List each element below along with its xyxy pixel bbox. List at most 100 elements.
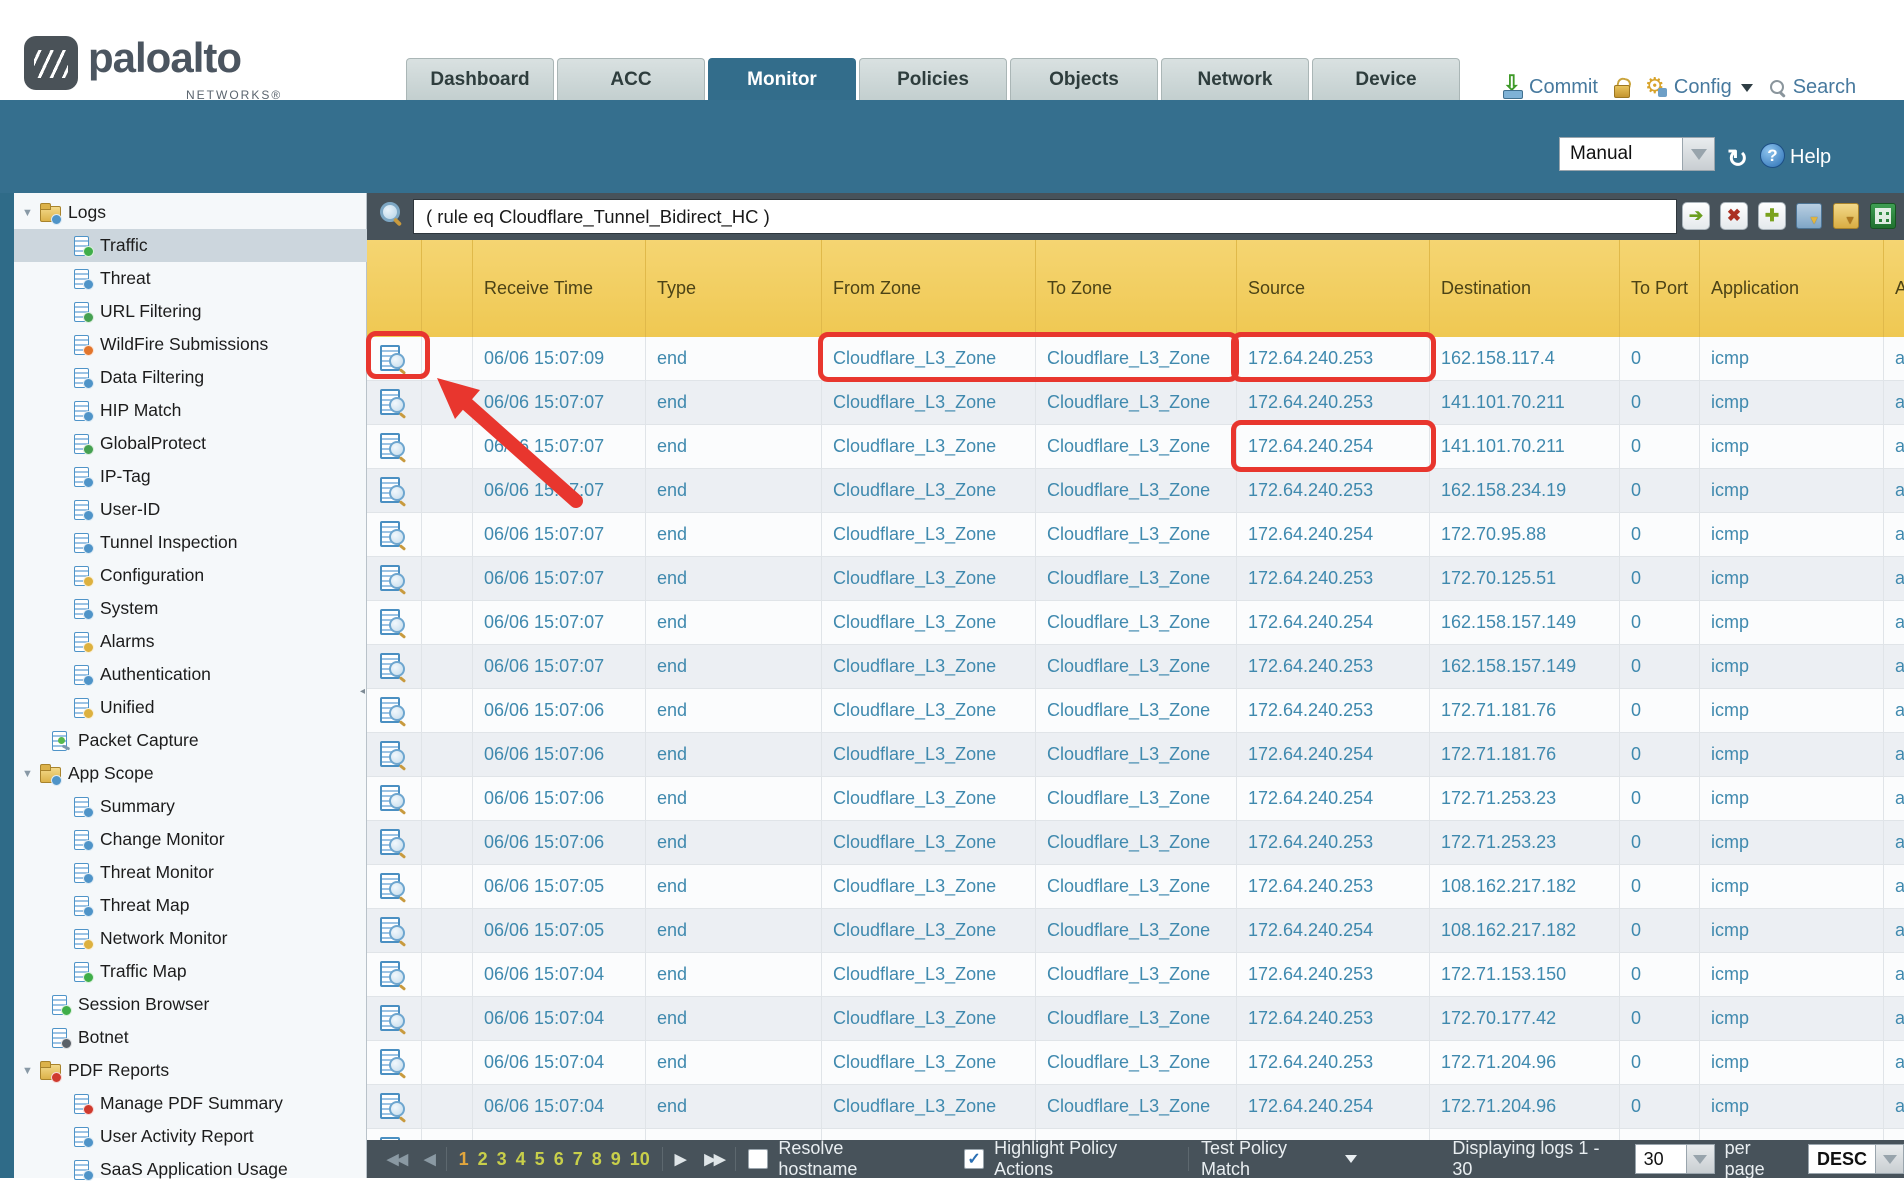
cell-destination[interactable]: 172.71.253.23 [1430, 821, 1620, 864]
cell-to-zone[interactable]: Cloudflare_L3_Zone [1036, 953, 1237, 996]
sort-order-dropdown-button[interactable] [1876, 1144, 1904, 1174]
cell-destination[interactable]: 172.71.204.96 [1430, 1041, 1620, 1084]
cell-from-zone[interactable]: Cloudflare_L3_Zone [822, 601, 1036, 644]
log-detail-icon[interactable] [380, 829, 405, 857]
log-detail-icon[interactable] [380, 1049, 405, 1077]
tab-monitor[interactable]: Monitor [708, 58, 856, 100]
table-row[interactable]: 06/06 15:07:04 end Cloudflare_L3_Zone Cl… [367, 1085, 1904, 1129]
column-header-application[interactable]: Application [1700, 240, 1884, 337]
cell-destination[interactable]: 108.162.217.182 [1430, 865, 1620, 908]
table-row[interactable]: 06/06 15:07:06 end Cloudflare_L3_Zone Cl… [367, 689, 1904, 733]
sidebar-item-tunnel-inspection[interactable]: Tunnel Inspection [14, 526, 367, 559]
filter-builder-icon[interactable] [1796, 203, 1822, 229]
expand-arrow-icon[interactable]: ▼ [14, 207, 40, 219]
sort-order-value[interactable]: DESC [1808, 1144, 1876, 1174]
cell-source[interactable]: 172.64.240.253 [1237, 953, 1430, 996]
cell-source[interactable]: 172.64.240.253 [1237, 469, 1430, 512]
first-page-button[interactable]: ◀◀ [387, 1150, 406, 1168]
log-detail-icon[interactable] [380, 873, 405, 901]
cell-from-zone[interactable]: Cloudflare_L3_Zone [822, 865, 1036, 908]
cell-application[interactable]: icmp [1700, 1085, 1884, 1128]
cell-source[interactable]: 172.64.240.253 [1237, 645, 1430, 688]
refresh-mode-select[interactable]: Manual [1559, 137, 1715, 171]
table-row[interactable]: 06/06 15:07:09 end Cloudflare_L3_Zone Cl… [367, 337, 1904, 381]
config-button[interactable]: Config [1674, 76, 1732, 99]
log-detail-icon[interactable] [380, 389, 405, 417]
cell-to-zone[interactable]: Cloudflare_L3_Zone [1036, 689, 1237, 732]
column-header-0[interactable] [367, 240, 422, 337]
cell-from-zone[interactable]: Cloudflare_L3_Zone [822, 733, 1036, 776]
cell-to-zone[interactable]: Cloudflare_L3_Zone [1036, 1041, 1237, 1084]
cell-application[interactable]: icmp [1700, 777, 1884, 820]
page-number-4[interactable]: 4 [516, 1149, 526, 1170]
sidebar-item-manage-pdf-summary[interactable]: Manage PDF Summary [14, 1087, 367, 1120]
cell-to-zone[interactable]: Cloudflare_L3_Zone [1036, 601, 1237, 644]
cell-source[interactable]: 172.64.240.254 [1237, 733, 1430, 776]
sidebar-item-app-scope[interactable]: ▼App Scope [14, 757, 367, 790]
sidebar-item-saas-application-usage[interactable]: SaaS Application Usage [14, 1153, 367, 1186]
table-row[interactable]: 06/06 15:07:06 end Cloudflare_L3_Zone Cl… [367, 821, 1904, 865]
cell-from-zone[interactable]: Cloudflare_L3_Zone [822, 469, 1036, 512]
sidebar-item-user-activity-report[interactable]: User Activity Report [14, 1120, 367, 1153]
log-detail-icon[interactable] [380, 565, 405, 593]
log-detail-icon[interactable] [380, 1005, 405, 1033]
sidebar-item-session-browser[interactable]: Session Browser [14, 988, 367, 1021]
cell-destination[interactable]: 172.71.181.76 [1430, 689, 1620, 732]
refresh-mode-dropdown-button[interactable] [1683, 137, 1715, 171]
next-page-button[interactable]: ▶ [675, 1150, 685, 1168]
cell-destination[interactable]: 172.71.181.76 [1430, 733, 1620, 776]
cell-to-zone[interactable]: Cloudflare_L3_Zone [1036, 777, 1237, 820]
table-row[interactable]: 06/06 15:07:07 end Cloudflare_L3_Zone Cl… [367, 557, 1904, 601]
cell-application[interactable]: icmp [1700, 337, 1884, 380]
cell-destination[interactable]: 172.70.177.42 [1430, 997, 1620, 1040]
cell-to-zone[interactable]: Cloudflare_L3_Zone [1036, 645, 1237, 688]
cell-destination[interactable]: 172.71.204.96 [1430, 1085, 1620, 1128]
table-row[interactable]: 06/06 15:07:04 end Cloudflare_L3_Zone Cl… [367, 1041, 1904, 1085]
cell-source[interactable]: 172.64.240.254 [1237, 513, 1430, 556]
cell-from-zone[interactable]: Cloudflare_L3_Zone [822, 425, 1036, 468]
last-page-button[interactable]: ▶▶ [704, 1150, 723, 1168]
cell-application[interactable]: icmp [1700, 513, 1884, 556]
cell-to-zone[interactable]: Cloudflare_L3_Zone [1036, 469, 1237, 512]
log-detail-icon[interactable] [380, 785, 405, 813]
cell-destination[interactable]: 162.158.117.4 [1430, 337, 1620, 380]
log-detail-icon[interactable] [380, 917, 405, 945]
per-page-value[interactable]: 30 [1635, 1144, 1687, 1174]
column-header-1[interactable] [422, 240, 473, 337]
cell-source[interactable]: 172.64.240.253 [1237, 337, 1430, 380]
cell-from-zone[interactable]: Cloudflare_L3_Zone [822, 997, 1036, 1040]
cell-source[interactable]: 172.64.240.254 [1237, 601, 1430, 644]
apply-filter-button[interactable]: ➔ [1682, 202, 1710, 230]
cell-to-zone[interactable]: Cloudflare_L3_Zone [1036, 1085, 1237, 1128]
cell-application[interactable]: icmp [1700, 865, 1884, 908]
log-detail-icon[interactable] [380, 653, 405, 681]
sidebar-item-pdf-reports[interactable]: ▼PDF Reports [14, 1054, 367, 1087]
log-detail-icon[interactable] [380, 609, 405, 637]
log-detail-icon[interactable] [380, 433, 405, 461]
column-header-receive-time[interactable]: Receive Time [473, 240, 646, 337]
log-detail-icon[interactable] [380, 345, 405, 373]
table-row[interactable]: 06/06 15:07:05 end Cloudflare_L3_Zone Cl… [367, 909, 1904, 953]
cell-source[interactable]: 172.64.240.254 [1237, 777, 1430, 820]
table-row[interactable]: 06/06 15:07:07 end Cloudflare_L3_Zone Cl… [367, 645, 1904, 689]
cell-source[interactable]: 172.64.240.254 [1237, 425, 1430, 468]
resolve-hostname-checkbox[interactable] [748, 1149, 768, 1169]
cell-to-zone[interactable]: Cloudflare_L3_Zone [1036, 557, 1237, 600]
tab-policies[interactable]: Policies [859, 58, 1007, 100]
cell-application[interactable]: icmp [1700, 645, 1884, 688]
sidebar-item-threat[interactable]: Threat [14, 262, 367, 295]
tab-network[interactable]: Network [1161, 58, 1309, 100]
table-row[interactable]: 06/06 15:07:04 end Cloudflare_L3_Zone Cl… [367, 997, 1904, 1041]
cell-application[interactable]: icmp [1700, 953, 1884, 996]
cell-to-zone[interactable]: Cloudflare_L3_Zone [1036, 513, 1237, 556]
column-header-to-port[interactable]: To Port [1620, 240, 1700, 337]
page-number-1[interactable]: 1 [459, 1149, 469, 1170]
cell-to-zone[interactable]: Cloudflare_L3_Zone [1036, 865, 1237, 908]
refresh-mode-value[interactable]: Manual [1559, 137, 1683, 171]
config-caret-icon[interactable] [1741, 84, 1753, 92]
cell-source[interactable]: 172.64.240.253 [1237, 557, 1430, 600]
load-filter-icon[interactable] [1833, 203, 1859, 229]
sidebar-item-unified[interactable]: Unified [14, 691, 367, 724]
per-page-dropdown-button[interactable] [1687, 1144, 1715, 1174]
table-row[interactable]: 06/06 15:07:07 end Cloudflare_L3_Zone Cl… [367, 425, 1904, 469]
